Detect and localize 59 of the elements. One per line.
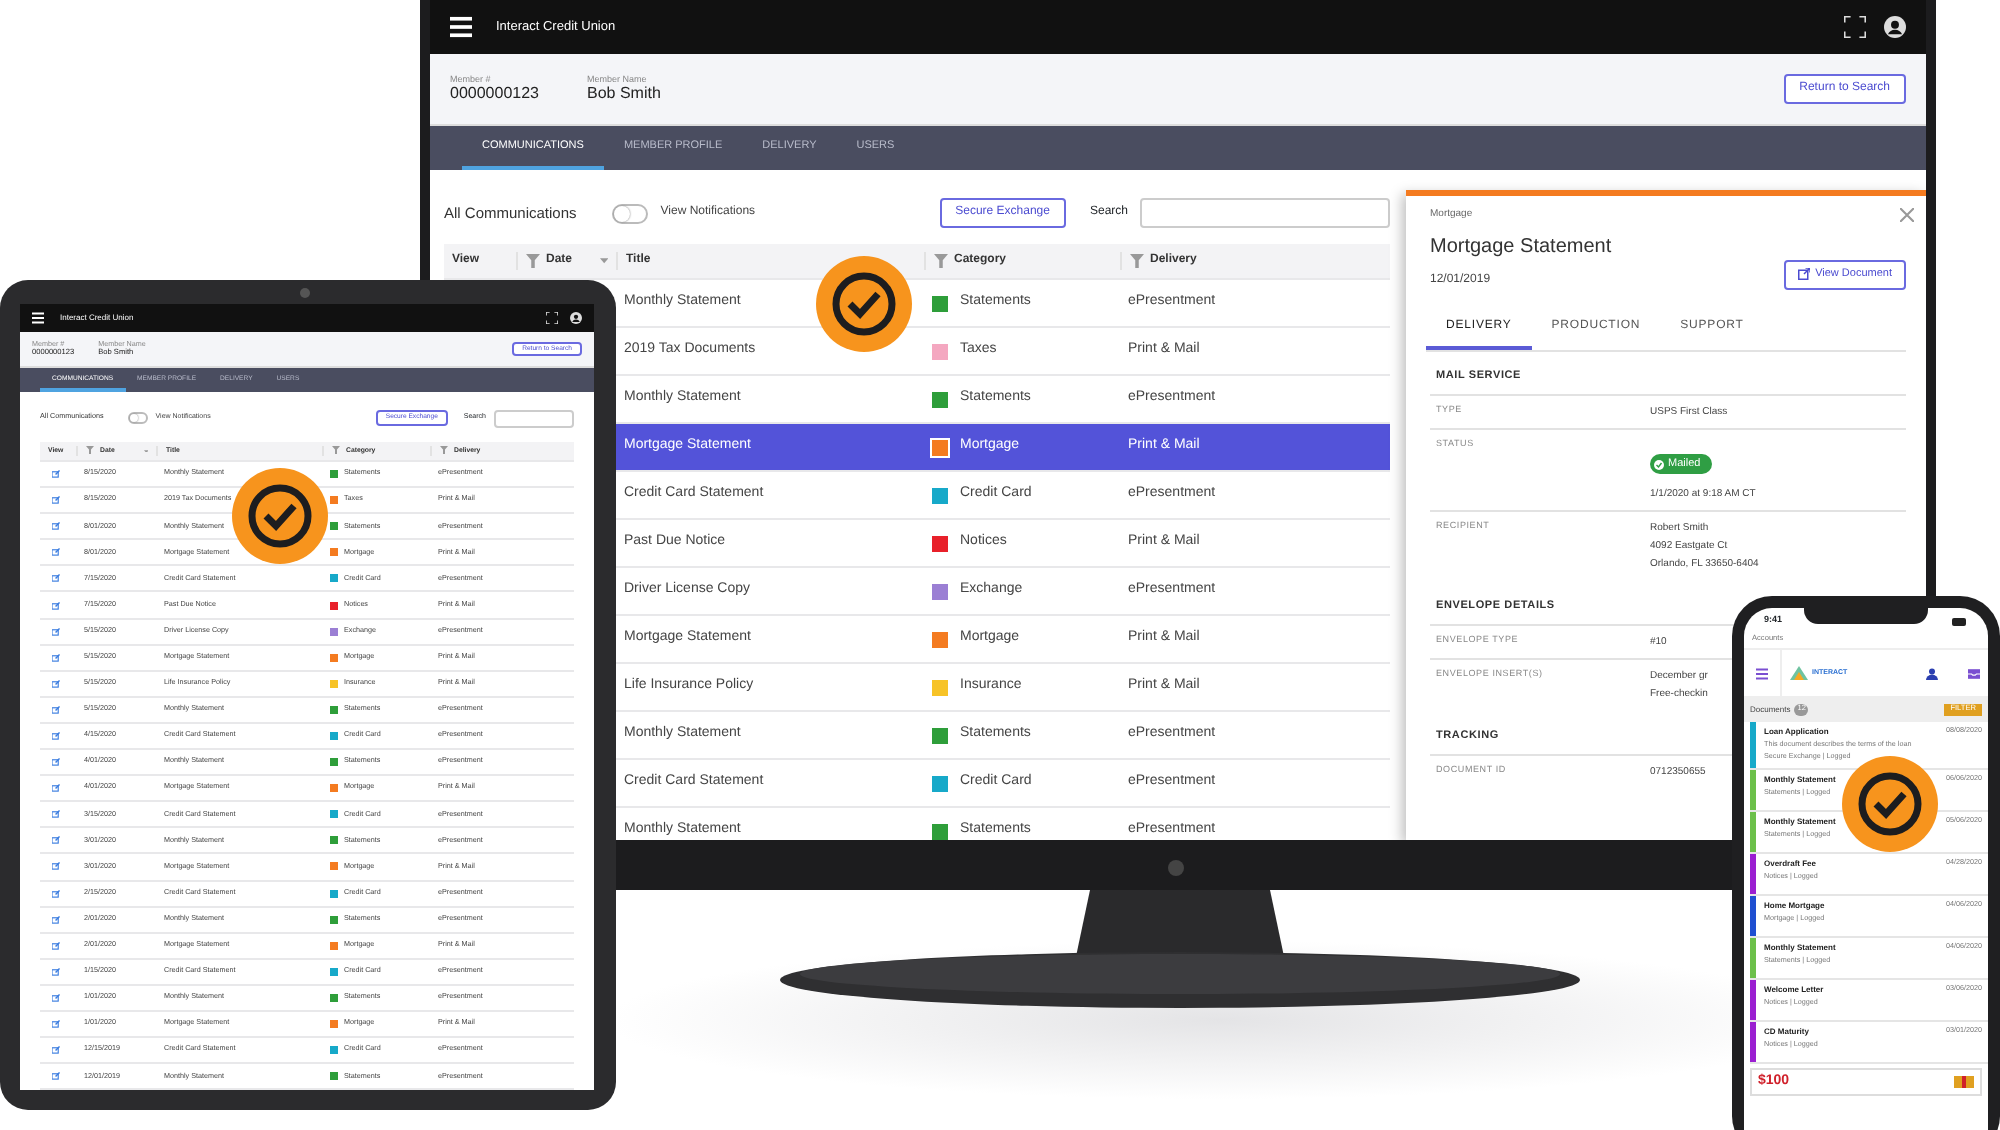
edit-icon[interactable] xyxy=(52,627,60,636)
filter-icon[interactable] xyxy=(526,254,540,268)
menu-icon[interactable] xyxy=(32,312,44,324)
edit-icon[interactable] xyxy=(52,836,60,845)
sort-caret-icon[interactable] xyxy=(599,258,608,264)
edit-icon[interactable] xyxy=(52,1072,60,1081)
toggle-switch[interactable] xyxy=(612,203,649,223)
edit-icon[interactable] xyxy=(52,1020,60,1029)
edit-icon[interactable] xyxy=(52,862,60,871)
field-value: Bob Smith xyxy=(587,84,661,104)
check-badge-icon xyxy=(232,468,328,564)
filter-icon[interactable] xyxy=(332,446,340,455)
edit-icon[interactable] xyxy=(52,705,60,714)
menu-icon[interactable] xyxy=(450,16,472,38)
edit-icon[interactable] xyxy=(52,601,60,610)
check-badge-icon xyxy=(1842,756,1938,852)
fullscreen-icon[interactable] xyxy=(1844,16,1866,38)
field-value: 0000000123 xyxy=(450,84,539,104)
gift-icon xyxy=(1954,1074,1974,1089)
edit-icon[interactable] xyxy=(52,731,60,740)
check-badge-icon xyxy=(816,256,912,352)
edit-icon[interactable] xyxy=(52,522,60,531)
logo-icon xyxy=(1790,666,1808,680)
edit-icon[interactable] xyxy=(52,889,60,898)
fullscreen-icon[interactable] xyxy=(546,312,558,324)
user-icon[interactable] xyxy=(570,312,582,324)
edit-icon[interactable] xyxy=(52,810,60,819)
battery-icon xyxy=(1952,617,1968,625)
edit-icon[interactable] xyxy=(52,784,60,793)
edit-icon[interactable] xyxy=(52,496,60,505)
close-icon[interactable] xyxy=(1900,208,1914,222)
edit-icon[interactable] xyxy=(52,679,60,688)
camera-icon xyxy=(300,288,310,298)
external-link-icon xyxy=(1797,268,1810,281)
toggle-switch[interactable] xyxy=(127,412,148,424)
edit-icon[interactable] xyxy=(52,758,60,767)
edit-icon[interactable] xyxy=(52,993,60,1002)
filter-icon[interactable] xyxy=(1130,254,1144,268)
phone-notch xyxy=(1804,606,1928,624)
user-icon[interactable] xyxy=(1926,667,1938,679)
edit-icon[interactable] xyxy=(52,653,60,662)
filter-icon[interactable] xyxy=(86,446,94,455)
panel-title: Mortgage Statement xyxy=(1430,233,1612,261)
edit-icon[interactable] xyxy=(52,574,60,583)
check-icon xyxy=(1654,459,1664,470)
inbox-icon[interactable] xyxy=(1968,667,1980,679)
user-icon[interactable] xyxy=(1884,16,1906,38)
filter-icon[interactable] xyxy=(934,254,948,268)
edit-icon[interactable] xyxy=(52,470,60,479)
monitor-logo-icon xyxy=(1168,860,1184,876)
edit-icon[interactable] xyxy=(52,915,60,924)
edit-icon[interactable] xyxy=(52,548,60,557)
edit-icon[interactable] xyxy=(52,967,60,976)
filter-icon[interactable] xyxy=(440,446,448,455)
edit-icon[interactable] xyxy=(52,941,60,950)
search-field[interactable] xyxy=(494,409,574,427)
search-field[interactable] xyxy=(1140,198,1390,228)
edit-icon[interactable] xyxy=(52,1046,60,1055)
sort-caret-icon[interactable] xyxy=(143,449,148,453)
